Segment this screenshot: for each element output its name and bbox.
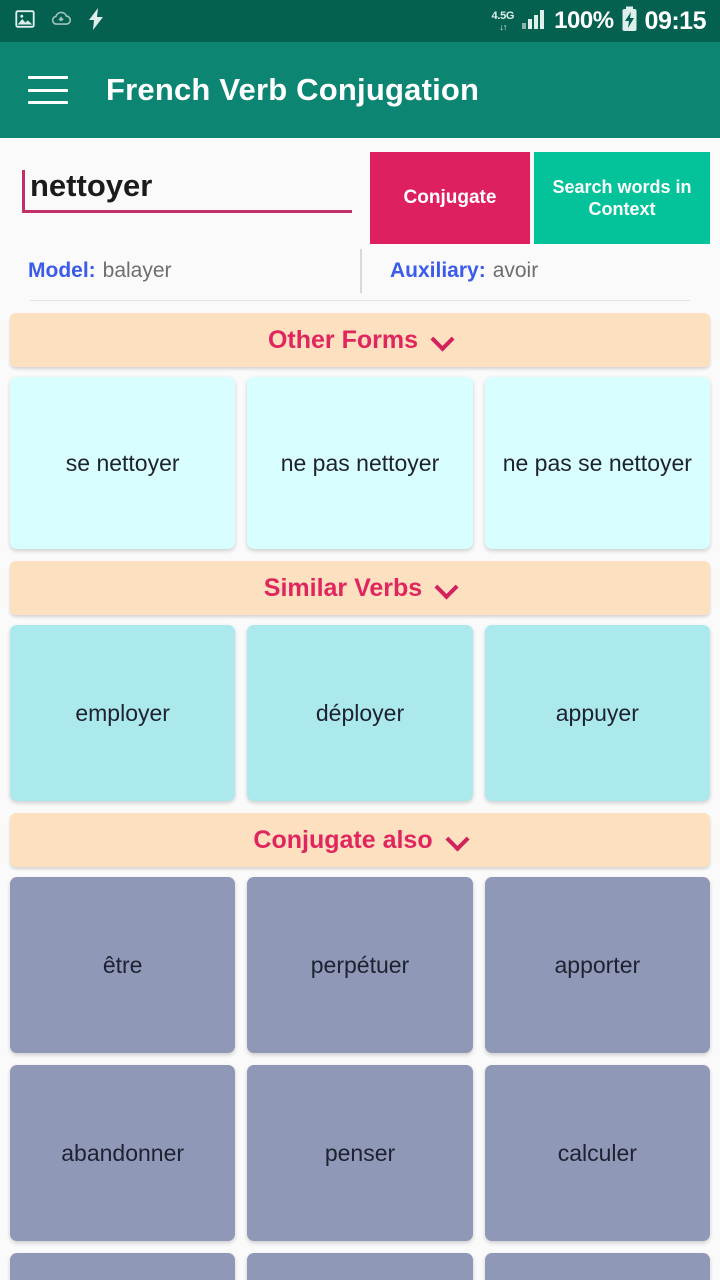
- hamburger-menu-icon[interactable]: [28, 76, 68, 104]
- section-title-other-forms: Other Forms: [267, 325, 419, 354]
- chevron-down-icon[interactable]: [447, 830, 467, 850]
- conjugate-also-card[interactable]: penser: [247, 1065, 473, 1241]
- conjugate-also-card[interactable]: perpétuer: [247, 877, 473, 1053]
- meta-divider: [30, 300, 690, 301]
- signal-bars-icon: [521, 8, 547, 35]
- section-header-other-forms[interactable]: Other Forms: [10, 313, 710, 367]
- similar-verbs-grid: employer déployer appuyer: [10, 625, 710, 801]
- app-bar: French Verb Conjugation: [0, 42, 720, 138]
- search-words-in-context-button[interactable]: Search words in Context: [534, 152, 710, 244]
- section-header-similar-verbs[interactable]: Similar Verbs: [10, 561, 710, 615]
- other-form-card[interactable]: se nettoyer: [10, 377, 236, 549]
- verb-meta-row: Model: balayer Auxiliary: avoir: [0, 242, 720, 293]
- page-title: French Verb Conjugation: [106, 72, 480, 107]
- status-bar-right-icons: 4.5G ↓↑ 100% 09:15: [492, 6, 707, 37]
- other-form-card[interactable]: ne pas nettoyer: [247, 377, 473, 549]
- similar-verb-card[interactable]: employer: [10, 625, 236, 801]
- battery-charging-icon: [621, 6, 638, 37]
- section-title-conjugate-also: Conjugate also: [253, 825, 433, 854]
- conjugate-also-card[interactable]: abandonner: [10, 1065, 236, 1241]
- battery-percent-label: 100%: [554, 7, 614, 34]
- app-root: 4.5G ↓↑ 100% 09:15 French Verb Conjugati…: [0, 0, 720, 1280]
- model-label: Model:: [28, 259, 96, 282]
- network-arrows-label: ↓↑: [499, 21, 507, 32]
- conjugate-also-card[interactable]: [10, 1253, 236, 1280]
- similar-verb-card[interactable]: déployer: [247, 625, 473, 801]
- similar-verb-card[interactable]: appuyer: [484, 625, 710, 801]
- text-caret: [22, 170, 25, 212]
- cloud-sync-icon: [50, 8, 74, 35]
- verb-input-wrapper: [22, 168, 352, 213]
- conjugate-also-card[interactable]: [247, 1253, 473, 1280]
- status-bar-left-icons: [14, 7, 104, 35]
- conjugate-also-card[interactable]: calculer: [484, 1065, 710, 1241]
- conjugate-button[interactable]: Conjugate: [370, 152, 530, 244]
- chevron-down-icon[interactable]: [432, 330, 452, 350]
- network-type-icon: 4.5G ↓↑: [491, 9, 515, 32]
- other-form-card[interactable]: ne pas se nettoyer: [484, 377, 710, 549]
- section-header-conjugate-also[interactable]: Conjugate also: [10, 813, 710, 867]
- verb-search-input[interactable]: [22, 168, 352, 213]
- model-value: balayer: [102, 259, 172, 282]
- conjugate-also-card[interactable]: [484, 1253, 710, 1280]
- status-bar: 4.5G ↓↑ 100% 09:15: [0, 0, 720, 42]
- search-row: Conjugate Search words in Context: [0, 138, 720, 244]
- network-type-label: 4.5G: [491, 9, 515, 22]
- section-title-similar-verbs: Similar Verbs: [263, 573, 423, 602]
- auxiliary-label: Auxiliary:: [390, 259, 486, 282]
- auxiliary-value: avoir: [492, 259, 539, 282]
- clock-label: 09:15: [644, 6, 707, 35]
- other-forms-grid: se nettoyer ne pas nettoyer ne pas se ne…: [10, 377, 710, 549]
- conjugate-also-grid: être perpétuer apporter abandonner pense…: [10, 877, 710, 1280]
- chevron-down-icon[interactable]: [436, 578, 456, 598]
- image-icon: [14, 8, 36, 35]
- flash-icon: [88, 7, 104, 35]
- auxiliary-info: Auxiliary: avoir: [360, 249, 538, 293]
- conjugate-also-card[interactable]: être: [10, 877, 236, 1053]
- model-info: Model: balayer: [0, 259, 360, 283]
- conjugate-also-card[interactable]: apporter: [484, 877, 710, 1053]
